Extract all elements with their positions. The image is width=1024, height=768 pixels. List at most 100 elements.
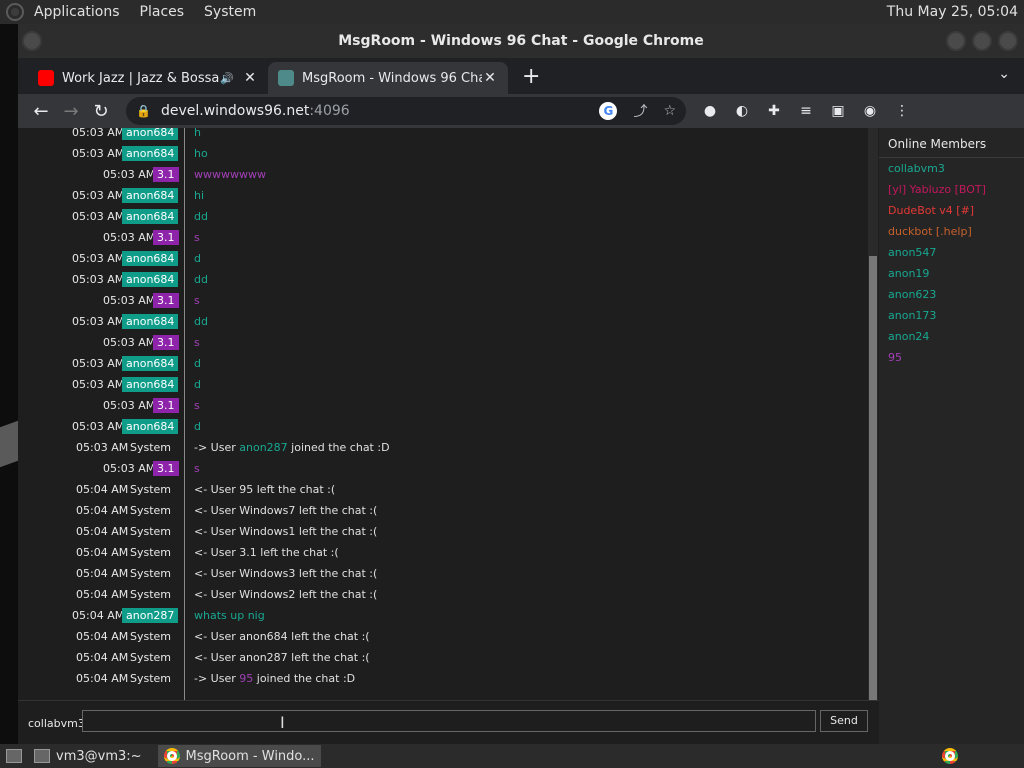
audio-playing-icon[interactable]: 🔊 [220,72,234,85]
tab-search-icon[interactable]: ⌄ [998,66,1010,82]
message-time: 05:03 AM [72,189,125,202]
top-panel: Applications Places System Thu May 25, 0… [0,0,1024,24]
message-author[interactable]: anon684 [122,128,179,140]
reload-icon[interactable]: ↻ [86,101,116,122]
new-tab-button[interactable]: + [522,62,540,94]
message-author[interactable]: anon684 [122,272,179,287]
message-author[interactable]: anon684 [122,251,179,266]
member-item[interactable]: DudeBot v4 [#] [879,200,1024,221]
message-input[interactable] [82,710,816,732]
member-item[interactable]: collabvm3 [879,158,1024,179]
extension-globe-icon[interactable]: ◐ [726,103,758,119]
message-author[interactable]: anon684 [122,209,179,224]
msgroom-icon [278,70,294,86]
member-item[interactable]: [yl] Yabluzo [BOT] [879,179,1024,200]
message-author[interactable]: System [126,524,175,539]
close-icon[interactable] [998,31,1018,51]
message-author[interactable]: 3.1 [153,461,179,476]
chat-message-row: 05:03 AM anon684 hi [18,185,868,206]
message-time: 05:04 AM [76,588,129,601]
taskbar-terminal[interactable]: vm3@vm3:~ [28,745,148,767]
chat-message-row: 05:03 AM anon684 ho [18,143,868,164]
desktop-shape [0,420,18,468]
share-icon[interactable]: ⤴ [633,101,647,121]
message-author[interactable]: anon684 [122,377,179,392]
scrollbar-thumb[interactable] [869,256,877,700]
member-item[interactable]: anon24 [879,326,1024,347]
message-author[interactable]: 3.1 [153,167,179,182]
minimize-icon[interactable] [946,31,966,51]
bookmark-star-icon[interactable]: ☆ [663,103,676,119]
message-author[interactable]: System [126,671,175,686]
address-bar[interactable]: 🔒 devel.windows96.net:4096 G ⤴ ☆ [126,97,686,125]
chat-message-row: 05:03 AM System -> User anon287 joined the… [18,437,868,458]
system-text: joined the chat :D [287,441,390,454]
member-item[interactable]: anon19 [879,263,1024,284]
menu-system[interactable]: System [204,4,256,20]
lock-icon[interactable]: 🔒 [136,104,151,118]
message-time: 05:03 AM [103,336,156,349]
message-text: <- User Windows3 left the chat :( [194,567,378,580]
message-author[interactable]: anon684 [122,419,179,434]
message-author[interactable]: anon287 [122,608,179,623]
tab-close-icon[interactable]: ✕ [242,70,258,86]
taskbar-chrome[interactable]: MsgRoom - Windo... [157,745,321,767]
member-item[interactable]: anon623 [879,284,1024,305]
extension-mouse-icon[interactable]: ● [694,103,726,119]
extensions-puzzle-icon[interactable]: ✚ [758,103,790,119]
message-author[interactable]: System [126,587,175,602]
tab-msgroom[interactable]: MsgRoom - Windows 96 Chat ✕ [268,62,508,94]
message-author[interactable]: System [126,629,175,644]
message-author[interactable]: System [126,482,175,497]
message-author[interactable]: anon684 [122,188,179,203]
message-author[interactable]: System [126,503,175,518]
profile-avatar-icon[interactable]: ◉ [854,103,886,119]
nickname-label[interactable]: collabvm3 [28,717,85,730]
chat-message-row: 05:03 AM 3.1 s [18,290,868,311]
member-item[interactable]: anon173 [879,305,1024,326]
member-item[interactable]: duckbot [.help] [879,221,1024,242]
message-author[interactable]: anon684 [122,314,179,329]
menu-places[interactable]: Places [140,4,185,20]
send-button[interactable]: Send [820,710,868,732]
tab-youtube[interactable]: Work Jazz | Jazz & Bossa N 🔊 ✕ [28,62,268,94]
tab-close-icon[interactable]: ✕ [482,70,498,86]
message-author[interactable]: anon684 [122,356,179,371]
message-time: 05:03 AM [72,128,125,139]
message-author[interactable]: 3.1 [153,335,179,350]
message-time: 05:03 AM [72,420,125,433]
message-author[interactable]: System [126,566,175,581]
forward-icon[interactable]: → [56,101,86,122]
message-author[interactable]: 3.1 [153,293,179,308]
message-author[interactable]: System [126,545,175,560]
show-desktop-button[interactable] [0,745,28,767]
media-control-icon[interactable]: ≡ [790,103,822,119]
google-icon[interactable]: G [599,102,618,120]
menu-applications[interactable]: Applications [34,4,120,20]
tray-chrome-icon[interactable] [942,748,958,764]
side-panel-icon[interactable]: ▣ [822,103,854,119]
chat-log[interactable]: 05:03 AM anon684 h 05:03 AM anon684 ho 05:03 A… [18,128,868,700]
mentioned-user[interactable]: 95 [239,672,253,685]
chat-scrollbar[interactable] [868,128,878,700]
window-menu-icon[interactable] [22,31,42,51]
message-author[interactable]: System [126,650,175,665]
clock[interactable]: Thu May 25, 05:04 [887,4,1018,20]
back-icon[interactable]: ← [26,101,56,122]
maximize-icon[interactable] [972,31,992,51]
message-time: 05:03 AM [103,294,156,307]
member-item[interactable]: 95 [879,347,1024,368]
chrome-window: MsgRoom - Windows 96 Chat - Google Chrom… [18,24,1024,744]
distro-logo-icon[interactable] [6,3,24,21]
chrome-menu-icon[interactable]: ⋮ [886,103,918,119]
message-text: s [194,294,200,307]
message-author[interactable]: 3.1 [153,398,179,413]
message-author[interactable]: anon684 [122,146,179,161]
message-time: 05:04 AM [76,672,129,685]
window-titlebar[interactable]: MsgRoom - Windows 96 Chat - Google Chrom… [18,24,1024,58]
member-item[interactable]: anon547 [879,242,1024,263]
message-author[interactable]: System [126,440,175,455]
message-author[interactable]: 3.1 [153,230,179,245]
mentioned-user[interactable]: anon287 [239,441,287,454]
message-time: 05:04 AM [76,483,129,496]
